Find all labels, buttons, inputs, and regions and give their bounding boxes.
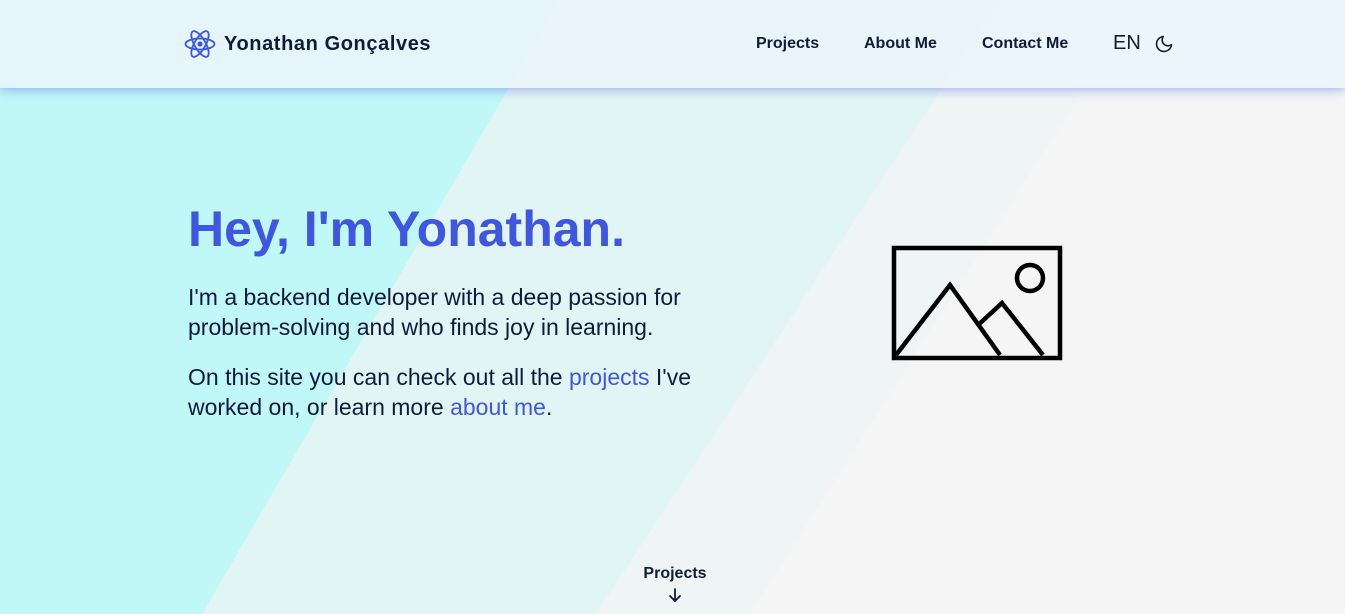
hero-site-description: On this site you can check out all the p… [188, 362, 748, 422]
site-text-after: . [545, 394, 553, 420]
hero-intro: I'm a backend developer with a deep pass… [188, 284, 681, 340]
site-text-before: On this site you can check out all the [188, 364, 569, 390]
hero-title: Hey, I'm Yonathan. [188, 201, 625, 257]
home-page: Yonathan Gonçalves Projects About Me Con… [0, 0, 1345, 614]
scroll-to-projects-link[interactable]: Projects [625, 565, 725, 603]
arrow-down-icon [667, 587, 683, 603]
nav-about-link[interactable]: About Me [864, 35, 937, 53]
nav-projects-link[interactable]: Projects [756, 35, 819, 53]
brand-home-link[interactable]: Yonathan Gonçalves [184, 26, 431, 62]
moon-icon[interactable] [1154, 34, 1174, 54]
site-header: Yonathan Gonçalves Projects About Me Con… [0, 0, 1345, 88]
image-placeholder-icon [891, 245, 1063, 361]
scroll-label: Projects [643, 565, 707, 582]
brand-name: Yonathan Gonçalves [224, 32, 432, 55]
nav-contact-link[interactable]: Contact Me [982, 35, 1068, 53]
language-selector[interactable]: EN [1113, 32, 1141, 55]
projects-link[interactable]: projects [569, 364, 650, 390]
atom-icon [184, 26, 216, 62]
about-me-link[interactable]: about me [450, 394, 546, 420]
